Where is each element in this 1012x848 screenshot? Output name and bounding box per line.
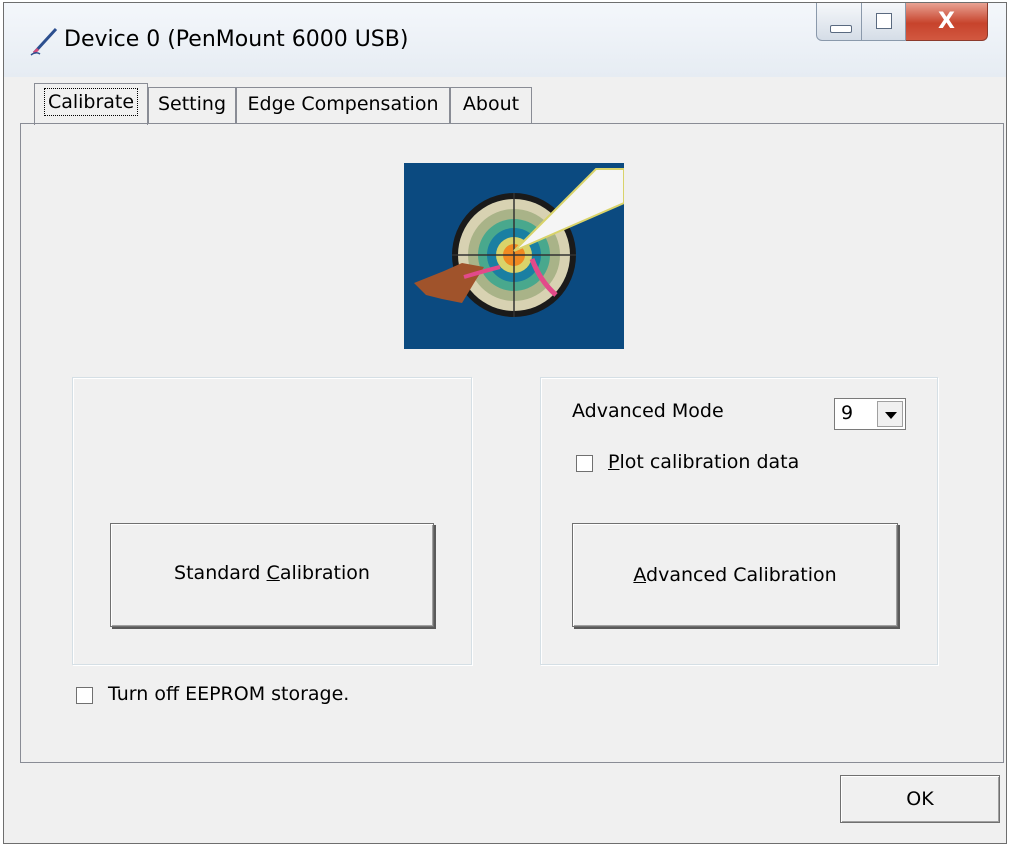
plot-calibration-label: Plot calibration data [608, 451, 800, 473]
ok-label: OK [906, 788, 934, 810]
caption-buttons: X [816, 3, 988, 43]
eeprom-label: Turn off EEPROM storage. [108, 683, 350, 705]
minimize-button[interactable] [816, 3, 862, 41]
tab-setting[interactable]: Setting [148, 87, 236, 123]
tab-calibrate-label: Calibrate [43, 88, 139, 116]
minimize-icon [830, 25, 852, 33]
advanced-calibration-button[interactable]: Advanced Calibration [572, 523, 898, 627]
eeprom-checkbox[interactable] [76, 687, 93, 704]
calibration-target-icon [404, 163, 624, 349]
dropdown-arrow-icon[interactable] [877, 401, 903, 427]
window-title: Device 0 (PenMount 6000 USB) [64, 27, 409, 52]
standard-calibration-button[interactable]: Standard Calibration [110, 523, 434, 627]
tab-calibrate[interactable]: Calibrate [34, 83, 148, 125]
plot-calibration-checkbox[interactable] [576, 455, 593, 472]
advanced-calibration-label: Advanced Calibration [633, 564, 837, 586]
advanced-mode-select[interactable]: 9 [834, 398, 906, 430]
maximize-icon [876, 13, 892, 29]
tab-edge-compensation[interactable]: Edge Compensation [236, 87, 450, 123]
tab-edge-compensation-label: Edge Compensation [247, 93, 439, 115]
tab-setting-label: Setting [157, 93, 227, 115]
standard-calibration-label: Standard Calibration [174, 562, 370, 584]
tab-about-label: About [462, 93, 520, 115]
close-button[interactable]: X [906, 3, 988, 41]
title-bar[interactable]: Device 0 (PenMount 6000 USB) X [4, 3, 1006, 77]
advanced-mode-label: Advanced Mode [572, 400, 724, 422]
close-icon: X [938, 9, 955, 34]
ok-button[interactable]: OK [840, 775, 1000, 823]
dialog-window: Device 0 (PenMount 6000 USB) X Calibrate… [3, 2, 1007, 844]
maximize-button[interactable] [862, 3, 906, 41]
advanced-mode-value: 9 [841, 402, 854, 424]
tab-about[interactable]: About [450, 87, 532, 123]
pen-icon [30, 27, 58, 56]
